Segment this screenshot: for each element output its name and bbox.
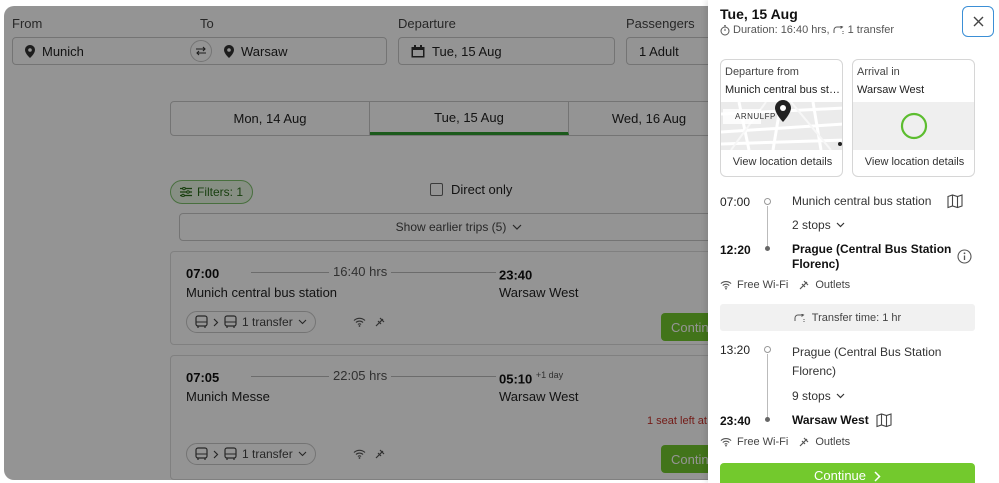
leg2-arrival-time: 23:40 (720, 414, 751, 428)
leg1-arrival-time: 12:20 (720, 243, 751, 257)
departure-location-card[interactable]: Departure from Munich central bus statio… (720, 59, 843, 177)
leg2-stops-toggle[interactable]: 9 stops (792, 389, 845, 403)
stopwatch-icon (720, 24, 730, 35)
power-plug-icon (799, 280, 809, 290)
leg1-stops-toggle[interactable]: 2 stops (792, 218, 845, 232)
leg1-wifi: Free Wi-Fi (737, 279, 789, 291)
transfer-arrow-icon (833, 26, 844, 34)
timeline-stop-dot (764, 198, 771, 205)
panel-duration-info: Duration: 16:40 hrs, 1 transfer (720, 24, 894, 36)
panel-transfers: 1 transfer (847, 24, 895, 36)
transfer-arrow-icon (794, 313, 805, 322)
chevron-right-icon (874, 471, 881, 482)
power-plug-icon (799, 437, 809, 447)
leg2-departure-station: Prague (Central Bus Station Florenc) (792, 345, 942, 378)
leg1-stops: 2 stops (792, 218, 831, 232)
panel-continue-label: Continue (813, 468, 867, 483)
map-pin-icon (775, 100, 791, 122)
timeline-line (767, 354, 768, 420)
timeline-stop-dot (764, 346, 771, 353)
view-location-details-link[interactable]: View location details (853, 156, 974, 168)
view-location-details-link[interactable]: View location details (721, 156, 842, 168)
wifi-icon (720, 281, 732, 290)
info-icon[interactable] (957, 249, 972, 264)
arrival-location-card[interactable]: Arrival in Warsaw West View location det… (852, 59, 975, 177)
timeline-stop-dot (765, 417, 770, 422)
close-panel-button[interactable] (962, 6, 994, 37)
leg1-departure-station: Munich central bus station (792, 194, 932, 208)
panel-date: Tue, 15 Aug (720, 6, 798, 22)
arrival-card-title: Arrival in (857, 66, 900, 78)
transfer-time-label: Transfer time: 1 hr (811, 311, 902, 324)
panel-continue-button[interactable]: Continue (720, 463, 975, 483)
close-icon (973, 16, 983, 27)
timeline-line (767, 206, 768, 246)
leg1-arrival-station: Prague (Central Bus Station Florenc) (792, 242, 952, 271)
transfer-time-bar: Transfer time: 1 hr (720, 304, 975, 331)
arrival-card-station: Warsaw West (857, 84, 925, 96)
timeline-stop-dot (765, 246, 770, 251)
leg1-outlets: Outlets (815, 279, 851, 291)
panel-duration: Duration: 16:40 hrs, (733, 24, 830, 36)
leg2-arrival-station: Warsaw West (792, 413, 869, 427)
leg2-amenities: Free Wi-Fi Outlets (720, 436, 850, 448)
leg1-departure-time: 07:00 (720, 195, 751, 209)
chevron-down-icon (836, 222, 845, 228)
modal-backdrop[interactable] (4, 6, 719, 480)
arrival-map-loading (853, 102, 974, 150)
leg2-stops: 9 stops (792, 389, 831, 403)
leg1-amenities: Free Wi-Fi Outlets (720, 279, 850, 291)
map-street-label: ARNULFP (735, 112, 776, 121)
wifi-icon (720, 438, 732, 447)
departure-card-title: Departure from (725, 66, 799, 78)
loading-spinner-icon (853, 102, 974, 150)
trip-details-panel: Tue, 15 Aug Duration: 16:40 hrs, 1 trans… (708, 0, 999, 483)
departure-card-station: Munich central bus station (725, 84, 841, 96)
leg2-outlets: Outlets (815, 436, 851, 448)
leg2-wifi: Free Wi-Fi (737, 436, 789, 448)
departure-map[interactable]: ARNULFP (721, 100, 842, 151)
chevron-down-icon (836, 393, 845, 399)
leg2-departure-time: 13:20 (720, 343, 751, 357)
map-icon[interactable] (876, 413, 892, 428)
map-icon[interactable] (947, 194, 963, 209)
